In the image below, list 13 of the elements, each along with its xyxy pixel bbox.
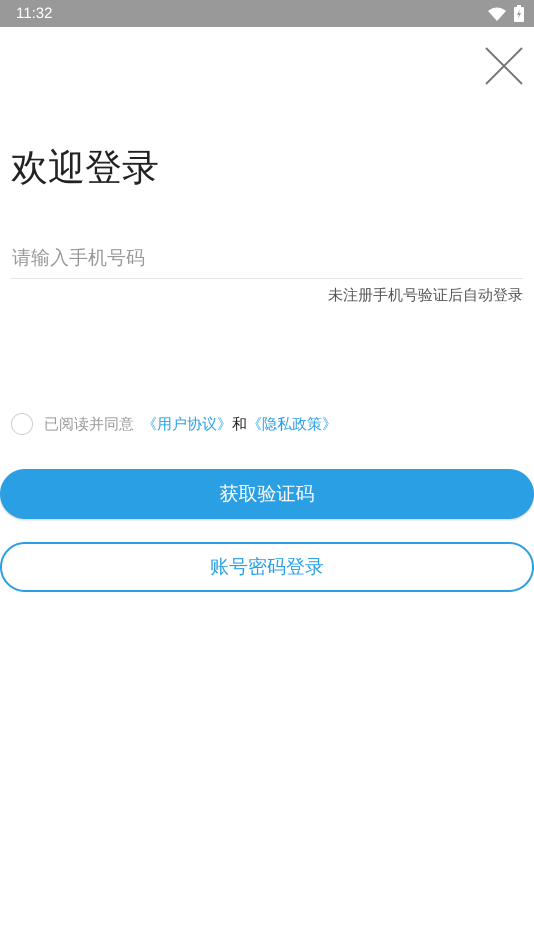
battery-icon bbox=[514, 5, 524, 22]
close-button[interactable] bbox=[485, 47, 523, 85]
agree-checkbox[interactable] bbox=[11, 413, 33, 435]
hint-text: 未注册手机号验证后自动登录 bbox=[328, 286, 523, 305]
privacy-policy-link[interactable]: 《隐私政策》 bbox=[247, 414, 337, 434]
agreement-text: 已阅读并同意 bbox=[44, 414, 134, 434]
joiner-text: 和 bbox=[232, 414, 247, 434]
get-code-button[interactable]: 获取验证码 bbox=[0, 469, 534, 519]
password-login-button[interactable]: 账号密码登录 bbox=[0, 542, 534, 592]
page-title: 欢迎登录 bbox=[11, 145, 160, 191]
user-agreement-link[interactable]: 《用户协议》 bbox=[142, 414, 232, 434]
wifi-icon bbox=[488, 6, 506, 20]
status-time: 11:32 bbox=[16, 5, 52, 22]
